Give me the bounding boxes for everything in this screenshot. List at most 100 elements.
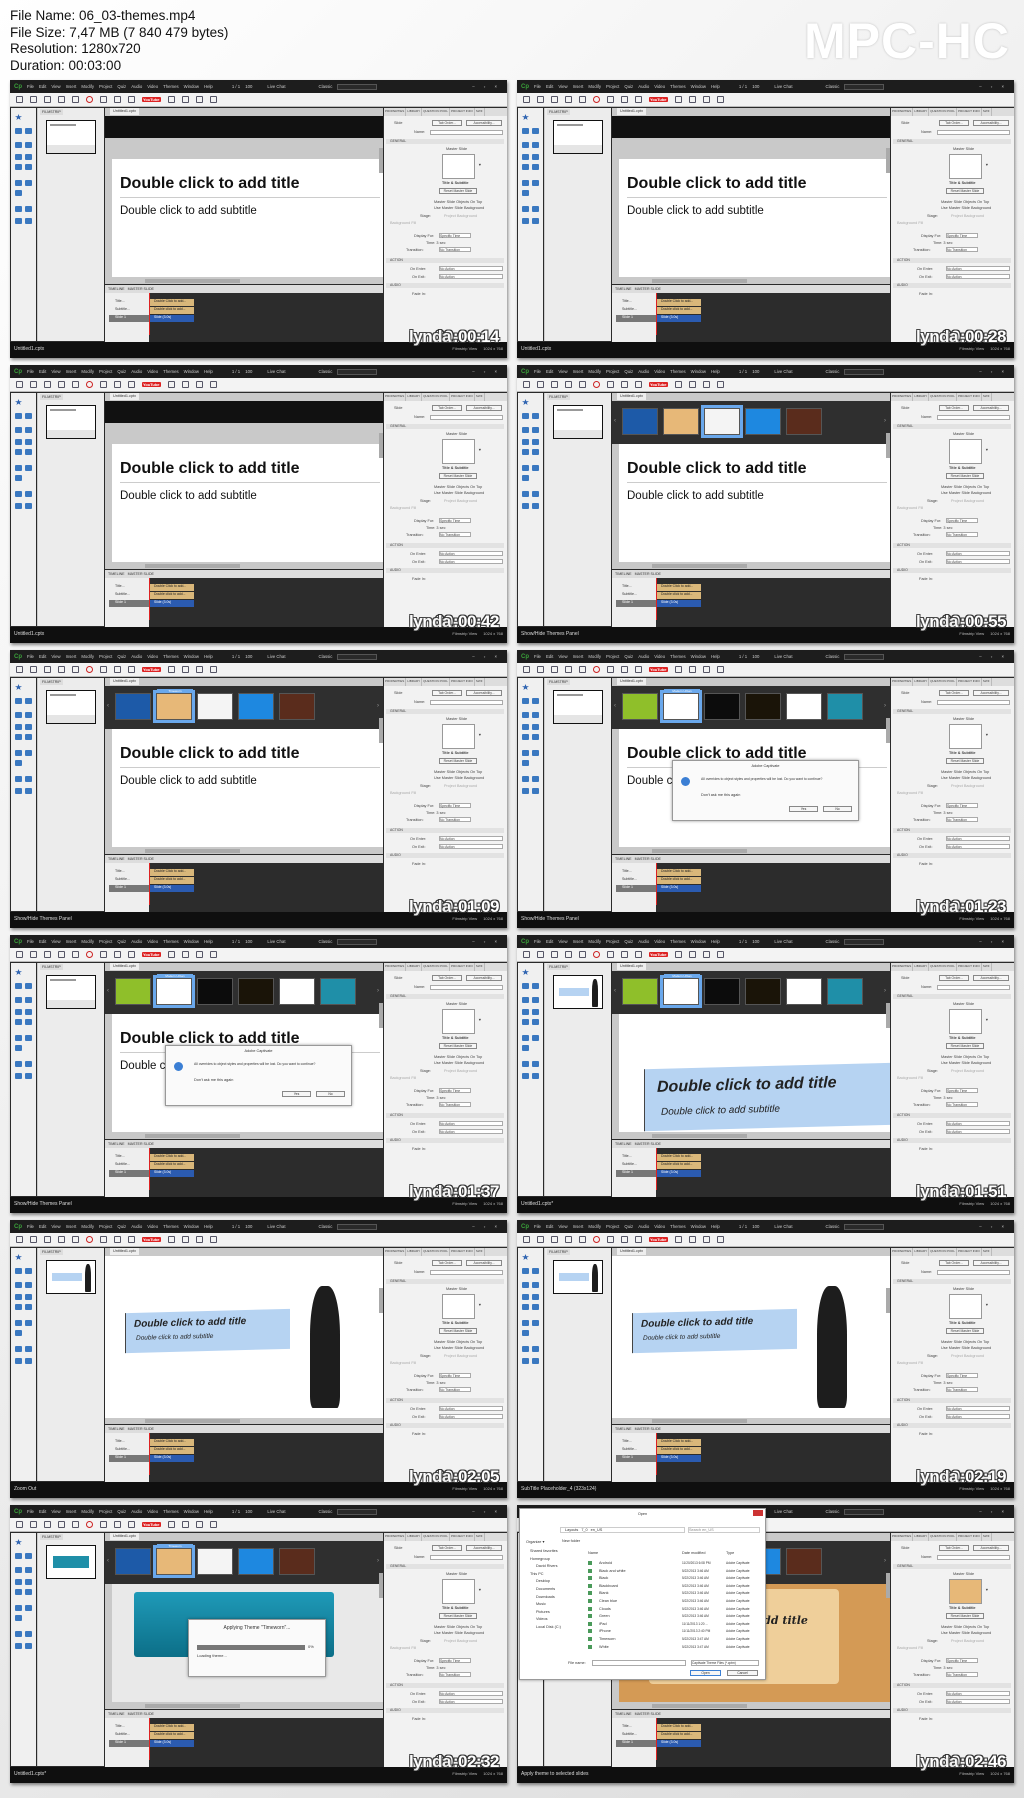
menu-modify[interactable]: Modify	[588, 84, 601, 89]
menu-window[interactable]: Window	[184, 1509, 199, 1514]
live-chat-button[interactable]: Live Chat	[267, 1509, 285, 1514]
tool-icon[interactable]	[15, 1009, 22, 1015]
horizontal-scrollbar[interactable]	[145, 849, 240, 853]
tool-icon[interactable]	[522, 154, 529, 160]
menu-help[interactable]: Help	[204, 654, 213, 659]
timeline-bar[interactable]: Slide (3.0s)	[656, 600, 701, 607]
tab-library[interactable]: LIBRARY	[406, 393, 423, 401]
live-chat-button[interactable]: Live Chat	[774, 1224, 792, 1229]
timeline-bar[interactable]: Double Click to add...	[149, 869, 194, 876]
objects-on-top-checkbox[interactable]: Master Slide Objects On Top	[434, 1055, 482, 1059]
preview-icon[interactable]	[565, 951, 572, 958]
interaction-icon[interactable]	[128, 1521, 135, 1528]
theme-thumbnail[interactable]	[663, 408, 699, 435]
redo-icon[interactable]	[44, 1521, 51, 1528]
interaction-icon[interactable]	[635, 1236, 642, 1243]
menu-insert[interactable]: Insert	[66, 1509, 77, 1514]
timeline-bar[interactable]: Double Click to add...	[149, 299, 194, 306]
tool-icon[interactable]	[15, 1358, 22, 1364]
preview-icon[interactable]	[58, 96, 65, 103]
window-controls[interactable]: – ▫ ×	[472, 369, 501, 374]
section-action[interactable]: ACTION	[386, 543, 504, 548]
interaction-icon[interactable]	[128, 666, 135, 673]
preview-icon[interactable]	[58, 951, 65, 958]
tab-order-button[interactable]: Tab Order...	[939, 1260, 969, 1266]
menu-video[interactable]: Video	[654, 84, 665, 89]
column-header[interactable]: Date modified	[682, 1551, 705, 1555]
tool-icon[interactable]	[25, 776, 32, 782]
menu-video[interactable]: Video	[654, 654, 665, 659]
timeline-layer[interactable]: Slide 1	[109, 600, 149, 607]
tool-icon[interactable]	[15, 983, 22, 989]
objects-on-top-checkbox[interactable]: Master Slide Objects On Top	[941, 1340, 989, 1344]
tab-master-slide[interactable]: MASTER SLIDE	[635, 1712, 661, 1716]
title-placeholder[interactable]: Double click to add title	[627, 460, 807, 478]
slide-icon[interactable]	[702, 1236, 710, 1243]
assets-icon[interactable]	[716, 96, 724, 103]
tab-order-button[interactable]: Tab Order...	[432, 1260, 462, 1266]
tool-icon[interactable]	[522, 734, 529, 740]
save-icon[interactable]	[16, 666, 23, 673]
tab-project-info[interactable]: PROJECT INFO	[450, 1248, 475, 1256]
tool-icon[interactable]	[15, 734, 22, 740]
menu-insert[interactable]: Insert	[66, 84, 77, 89]
subtitle-placeholder[interactable]: Double click to add subtitle	[643, 1333, 720, 1342]
record-icon[interactable]	[86, 381, 93, 388]
tab-timeline[interactable]: TIMELINE	[615, 1142, 632, 1146]
search-field[interactable]	[337, 1223, 378, 1230]
on-exit-select[interactable]: No Action	[439, 274, 503, 279]
publish-icon[interactable]	[72, 1521, 79, 1528]
on-exit-select[interactable]: No Action	[439, 1129, 503, 1134]
publish-icon[interactable]	[579, 1236, 586, 1243]
master-slide-preview[interactable]	[442, 724, 475, 749]
tool-icon[interactable]	[532, 439, 539, 445]
tool-icon[interactable]	[25, 1035, 32, 1041]
tool-icon[interactable]	[25, 1643, 32, 1649]
tool-icon[interactable]	[532, 1294, 539, 1300]
timeline-bar[interactable]: Double Click to add...	[656, 1154, 701, 1161]
subtitle-placeholder[interactable]: Double click to add subtitle	[136, 1333, 213, 1342]
timeline-bar[interactable]: Double click to add...	[149, 1162, 194, 1169]
tool-icon[interactable]	[15, 164, 22, 170]
objects-on-top-checkbox[interactable]: Master Slide Objects On Top	[434, 200, 482, 204]
theme-thumbnail[interactable]	[238, 1548, 274, 1575]
tool-icon[interactable]	[522, 983, 529, 989]
on-enter-select[interactable]: No Action	[946, 1691, 1010, 1696]
tab-properties[interactable]: PROPERTIES	[384, 1533, 407, 1541]
assets-icon[interactable]	[209, 381, 217, 388]
timeline-layer[interactable]: Title...	[616, 299, 656, 306]
menu-file[interactable]: File	[27, 939, 34, 944]
tool-icon[interactable]	[522, 427, 529, 433]
library-icon[interactable]	[167, 666, 175, 673]
tab-order-button[interactable]: Tab Order...	[432, 975, 462, 981]
tab-properties[interactable]: PROPERTIES	[384, 393, 407, 401]
tab-swf[interactable]: SWF	[475, 963, 485, 971]
transition-select[interactable]: No Transition	[439, 247, 471, 252]
timeline-bar[interactable]: Double Click to add...	[656, 584, 701, 591]
menu-insert[interactable]: Insert	[573, 939, 584, 944]
slide-thumbnail[interactable]	[46, 690, 96, 724]
audio-icon[interactable]	[621, 381, 628, 388]
timeline-layer[interactable]: Subtitle...	[109, 1447, 149, 1454]
tab-timeline[interactable]: TIMELINE	[615, 857, 632, 861]
menu-edit[interactable]: Edit	[39, 939, 46, 944]
preview-icon[interactable]	[58, 1521, 65, 1528]
tool-icon[interactable]	[532, 1035, 539, 1041]
transition-select[interactable]: No Transition	[946, 1672, 978, 1677]
live-chat-button[interactable]: Live Chat	[267, 654, 285, 659]
assets-icon[interactable]	[716, 1236, 724, 1243]
tool-icon[interactable]	[522, 180, 529, 186]
document-tab[interactable]: Untitled1.cptx	[110, 963, 140, 970]
section-audio[interactable]: AUDIO	[893, 1423, 1011, 1428]
scroll-right-icon[interactable]: ›	[377, 1558, 379, 1564]
name-field[interactable]	[430, 415, 503, 420]
assets-icon[interactable]	[209, 1236, 217, 1243]
interaction-icon[interactable]	[635, 96, 642, 103]
layout-icon[interactable]	[688, 381, 696, 388]
project-background-checkbox[interactable]: Project Background	[444, 214, 477, 218]
library-icon[interactable]	[674, 381, 682, 388]
horizontal-scrollbar[interactable]	[652, 1704, 747, 1708]
live-chat-button[interactable]: Live Chat	[774, 654, 792, 659]
tool-icon[interactable]	[15, 1061, 22, 1067]
slide-canvas[interactable]: Double click to add title Double click to…	[619, 444, 890, 562]
